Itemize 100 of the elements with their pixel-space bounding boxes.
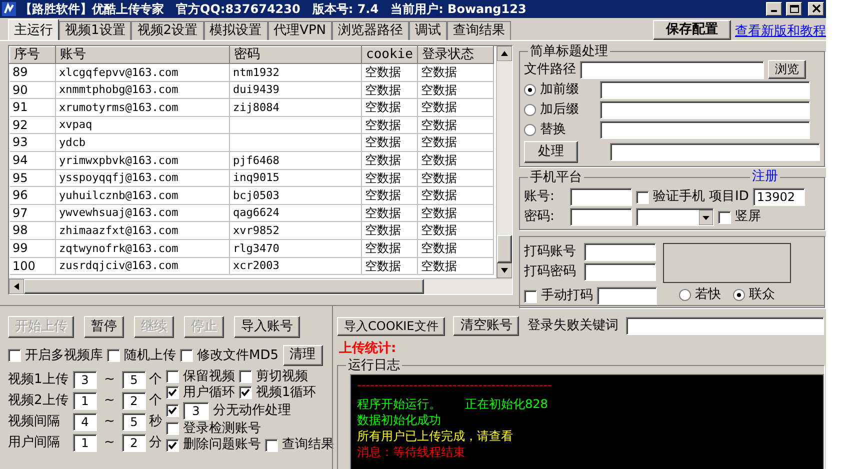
number-field[interactable]: 1 <box>73 434 97 452</box>
field-label: 密码: <box>524 209 556 226</box>
action-button[interactable]: 导入账号 <box>234 316 300 338</box>
tab[interactable]: 浏览器路径 <box>332 21 410 40</box>
text-field[interactable] <box>600 121 810 139</box>
keyword-field[interactable] <box>626 317 824 336</box>
save-button[interactable]: 保存配置 <box>653 20 731 40</box>
radio-button[interactable] <box>524 124 536 136</box>
tab[interactable]: 模拟设置 <box>204 21 268 40</box>
browse-button[interactable]: 浏览 <box>768 60 806 79</box>
help-link[interactable]: 查看新版和教程 <box>735 24 826 40</box>
register-link[interactable]: 注册 <box>750 169 780 185</box>
column-header[interactable]: cookie <box>362 46 418 64</box>
column-header[interactable]: 登录状态 <box>418 46 494 64</box>
checkbox-label: 开启多视频库 <box>25 348 103 364</box>
log-line: 所有用户已上传完成，请查看 <box>357 428 514 444</box>
unit-label: 秒 <box>148 414 162 430</box>
checkbox[interactable] <box>107 348 120 362</box>
maximize-button[interactable] <box>786 2 802 16</box>
table-cell: 空数据 <box>362 151 418 170</box>
manual-captcha-field[interactable] <box>597 287 657 306</box>
checkbox[interactable] <box>166 386 179 400</box>
clean-button[interactable]: 清理 <box>282 345 322 366</box>
caret-icon <box>699 210 713 225</box>
checkbox[interactable] <box>718 210 731 224</box>
checkbox[interactable] <box>636 190 649 204</box>
table-cell: yrimwxpbvk@163.com <box>56 151 230 170</box>
maximize-icon <box>788 4 800 14</box>
text-field[interactable] <box>600 81 810 99</box>
number-field[interactable]: 3 <box>73 370 97 388</box>
number-field[interactable]: 2 <box>122 434 146 452</box>
radio-button[interactable] <box>524 104 536 116</box>
checkbox[interactable] <box>180 348 193 362</box>
table-cell: 空数据 <box>362 81 418 99</box>
password-field[interactable] <box>570 208 632 226</box>
tab[interactable]: 调试 <box>409 21 448 40</box>
dropdown[interactable] <box>636 208 714 226</box>
table-cell: 97 <box>10 204 56 222</box>
table-cell: 98 <box>10 222 56 240</box>
setting-label: 分无动作处理 <box>212 402 291 418</box>
tab[interactable]: 视频2设置 <box>131 21 204 40</box>
field-label: 文件路径 <box>524 62 576 78</box>
checkbox[interactable] <box>524 290 537 303</box>
number-field[interactable]: 3 <box>182 402 209 420</box>
table-cell: 空数据 <box>418 222 494 240</box>
table-cell: 空数据 <box>418 186 494 204</box>
table-cell: 91 <box>10 98 56 116</box>
account-field[interactable] <box>570 188 632 206</box>
column-header[interactable]: 序号 <box>10 46 56 64</box>
tab[interactable]: 代理VPN <box>268 21 332 40</box>
minimize-button[interactable] <box>766 2 782 16</box>
table-cell: 空数据 <box>362 186 418 204</box>
checkbox[interactable] <box>238 386 252 400</box>
group-title: 手机平台 <box>528 170 584 186</box>
table-cell: ydcb <box>56 134 230 152</box>
table-cell: xnmmtphobg@163.com <box>56 81 230 99</box>
number-field[interactable]: 5 <box>122 370 146 388</box>
table-cell: xvpaq <box>56 116 230 134</box>
number-field[interactable]: 2 <box>122 392 146 410</box>
tab[interactable]: 主运行 <box>8 19 59 40</box>
field-label: 登录失败关键词 <box>527 318 618 334</box>
table-cell: xrumotyrms@163.com <box>56 98 230 116</box>
captcha-account-field[interactable] <box>584 243 656 262</box>
radio-button[interactable] <box>524 84 536 96</box>
text-field[interactable] <box>610 143 820 162</box>
table-cell: 空数据 <box>362 257 418 275</box>
column-header[interactable]: 账号 <box>56 46 230 64</box>
tab[interactable]: 视频1设置 <box>59 21 132 40</box>
checkbox[interactable] <box>264 438 278 452</box>
project-id-field[interactable]: 13902 <box>752 188 805 206</box>
checkbox[interactable] <box>166 370 179 383</box>
action-button[interactable]: 暂停 <box>84 316 124 338</box>
checkbox[interactable] <box>166 438 179 452</box>
file-path-field[interactable] <box>580 60 764 78</box>
number-field[interactable]: 1 <box>73 392 97 410</box>
checkbox[interactable] <box>166 404 179 418</box>
table-cell: rlg3470 <box>230 239 362 258</box>
close-button[interactable] <box>808 2 824 16</box>
table-cell: 空数据 <box>362 204 418 222</box>
field-label: 视频2上传 <box>8 392 70 408</box>
radio-button[interactable] <box>733 289 745 302</box>
number-field[interactable]: 4 <box>73 412 97 430</box>
checkbox[interactable] <box>166 422 179 435</box>
checkbox[interactable] <box>8 348 21 362</box>
column-header[interactable]: 密码 <box>230 46 362 64</box>
scrollbar-thumb[interactable] <box>497 235 512 263</box>
radio-button[interactable] <box>679 289 691 302</box>
checkbox[interactable] <box>238 370 252 383</box>
log-line: 程序开始运行。 正在初始化828 <box>357 396 549 412</box>
tab[interactable]: 查询结果 <box>447 21 512 40</box>
number-field[interactable]: 5 <box>122 412 146 430</box>
process-button[interactable]: 处理 <box>524 141 578 164</box>
captcha-password-field[interactable] <box>584 263 656 282</box>
import-cookie-button[interactable]: 导入COOKIE文件 <box>337 316 446 336</box>
clear-accounts-button[interactable]: 清空账号 <box>453 316 520 336</box>
log-line: 消息：等待线程结束 <box>357 444 466 460</box>
table-cell: 空数据 <box>362 239 418 258</box>
checkbox-label: 修改文件MD5 <box>197 348 278 364</box>
text-field[interactable] <box>600 101 810 119</box>
range-separator: ~ <box>103 434 116 450</box>
